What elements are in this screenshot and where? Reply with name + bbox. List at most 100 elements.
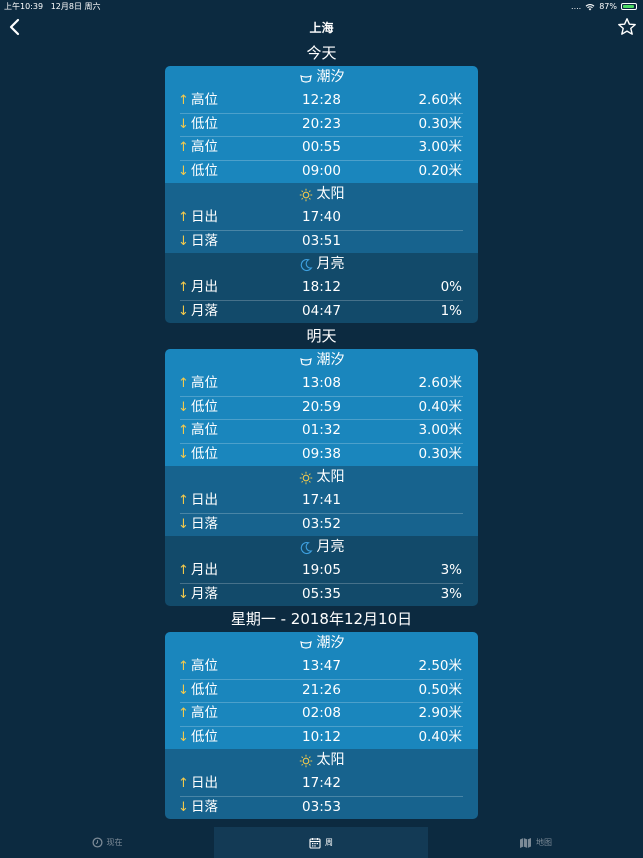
- event-value: 1%: [440, 302, 462, 319]
- tab-week-label: 周: [325, 838, 333, 847]
- day-card: 潮汐 ↑ 高位 12:28 2.60米 ↓ 低位 20:23 0.30米 ↑ 高位 00:55 3.00…: [165, 66, 478, 323]
- tide-icon: [299, 74, 312, 83]
- sun-section-header: 太阳: [165, 183, 478, 206]
- event-value: 0.20米: [418, 162, 462, 179]
- moon-row: ↓ 月落 04:47 1%: [165, 299, 478, 324]
- status-time-date: 上午10:39 12月8日 周六: [4, 2, 101, 11]
- sun-icon: [299, 471, 312, 484]
- event-value: 0.30米: [418, 115, 462, 132]
- tide-section-header: 潮汐: [165, 349, 478, 372]
- moon-row: ↑ 月出 18:12 0%: [165, 276, 478, 300]
- event-time: 03:52: [302, 515, 341, 532]
- day-title: 今天: [306, 44, 337, 62]
- tide-section: 潮汐 ↑ 高位 12:28 2.60米 ↓ 低位 20:23 0.30米 ↑ 高位 00:55 3.00…: [165, 66, 478, 183]
- sun-section-header: 太阳: [165, 749, 478, 772]
- tide-section-header: 潮汐: [165, 66, 478, 89]
- section-header-label: 潮汐: [316, 69, 345, 85]
- signal-indicator: ....: [571, 2, 582, 11]
- moon-section: 月亮 ↑ 月出 18:12 0% ↓ 月落 04:47 1%: [165, 253, 478, 323]
- status-bar: 上午10:39 12月8日 周六 .... 87%: [0, 0, 643, 13]
- sun-row: ↑ 日出 17:40: [165, 206, 478, 230]
- event-value: 0.50米: [418, 681, 462, 698]
- tide-section: 潮汐 ↑ 高位 13:47 2.50米 ↓ 低位 21:26 0.50米 ↑ 高位 02:08 2.90…: [165, 632, 478, 749]
- map-icon: [520, 837, 531, 848]
- event-value: 3%: [440, 585, 462, 602]
- sun-section: 太阳 ↑ 日出 17:40 ↓ 日落 03:51: [165, 183, 478, 253]
- day-title: 明天: [306, 327, 337, 345]
- event-value: 3.00米: [418, 139, 462, 155]
- battery-percent: 87%: [599, 2, 617, 11]
- navigation-bar: 上海: [0, 14, 643, 40]
- section-header-label: 太阳: [316, 469, 345, 485]
- tide-row: ↑ 高位 13:47 2.50米: [165, 655, 478, 679]
- sun-icon: [299, 188, 312, 201]
- event-time: 05:35: [302, 585, 341, 602]
- tide-icon: [299, 357, 312, 366]
- moon-section-header: 月亮: [165, 253, 478, 276]
- clock-icon: [91, 837, 103, 848]
- sun-section: 太阳 ↑ 日出 17:41 ↓ 日落 03:52: [165, 466, 478, 536]
- wifi-icon: [585, 3, 595, 10]
- event-value: 3.00米: [418, 422, 462, 438]
- tab-now[interactable]: 现在: [0, 827, 214, 858]
- tide-row: ↓ 低位 21:26 0.50米: [165, 678, 478, 703]
- event-time: 03:51: [302, 232, 341, 249]
- section-header-label: 潮汐: [316, 635, 345, 651]
- sun-row: ↓ 日落 03:53: [165, 795, 478, 820]
- tide-row: ↑ 高位 02:08 2.90米: [165, 702, 478, 726]
- section-header-label: 月亮: [316, 256, 345, 272]
- tab-map[interactable]: 地图: [428, 827, 643, 858]
- battery-icon: [621, 3, 637, 10]
- sun-row: ↓ 日落 03:51: [165, 229, 478, 254]
- moon-icon: [300, 541, 313, 554]
- event-time: 19:05: [302, 562, 341, 578]
- section-header-label: 太阳: [316, 186, 345, 202]
- event-value: 0.40米: [418, 728, 462, 745]
- tide-section-header: 潮汐: [165, 632, 478, 655]
- tide-section: 潮汐 ↑ 高位 13:08 2.60米 ↓ 低位 20:59 0.40米 ↑ 高位 01:32 3.00…: [165, 349, 478, 466]
- tide-row: ↓ 低位 20:23 0.30米: [165, 112, 478, 137]
- event-value: 0.30米: [418, 445, 462, 462]
- calendar-icon: [309, 837, 321, 849]
- tide-icon: [299, 640, 312, 649]
- moon-section: 月亮 ↑ 月出 19:05 3% ↓ 月落 05:35 3%: [165, 536, 478, 606]
- tab-bar: 现在 周 地图: [0, 827, 643, 858]
- tide-row: ↓ 低位 10:12 0.40米: [165, 725, 478, 750]
- tide-row: ↓ 低位 09:00 0.20米: [165, 159, 478, 184]
- event-value: 2.60米: [418, 92, 462, 108]
- event-value: 2.60米: [418, 375, 462, 391]
- sun-section: 太阳 ↑ 日出 17:42 ↓ 日落 03:53: [165, 749, 478, 819]
- section-header-label: 月亮: [316, 539, 345, 555]
- tide-row: ↓ 低位 20:59 0.40米: [165, 395, 478, 420]
- favorite-button[interactable]: [617, 17, 637, 37]
- event-value: 0%: [440, 279, 462, 295]
- tab-week[interactable]: 周: [214, 827, 428, 858]
- sun-row: ↑ 日出 17:42: [165, 772, 478, 796]
- tide-row: ↑ 高位 01:32 3.00米: [165, 419, 478, 443]
- tide-row: ↑ 高位 00:55 3.00米: [165, 136, 478, 160]
- tide-row: ↓ 低位 09:38 0.30米: [165, 442, 478, 467]
- event-value: 0.40米: [418, 398, 462, 415]
- status-right: .... 87%: [571, 0, 637, 13]
- moon-row: ↓ 月落 05:35 3%: [165, 582, 478, 607]
- day-card: 潮汐 ↑ 高位 13:08 2.60米 ↓ 低位 20:59 0.40米 ↑ 高位 01:32 3.00…: [165, 349, 478, 606]
- sun-section-header: 太阳: [165, 466, 478, 489]
- event-time: 18:12: [302, 279, 341, 295]
- moon-icon: [300, 258, 313, 271]
- event-time: 17:41: [302, 492, 341, 508]
- event-time: 17:42: [302, 775, 341, 791]
- day-card: 潮汐 ↑ 高位 13:47 2.50米 ↓ 低位 21:26 0.50米 ↑ 高位 02:08 2.90…: [165, 632, 478, 819]
- event-value: 2.50米: [418, 658, 462, 674]
- day-title: 星期一 - 2018年12月10日: [230, 610, 413, 628]
- event-time: 03:53: [302, 798, 341, 815]
- tide-row: ↑ 高位 12:28 2.60米: [165, 89, 478, 113]
- star-icon: [618, 18, 636, 35]
- moon-section-header: 月亮: [165, 536, 478, 559]
- sun-row: ↓ 日落 03:52: [165, 512, 478, 537]
- section-header-label: 潮汐: [316, 352, 345, 368]
- tide-row: ↑ 高位 13:08 2.60米: [165, 372, 478, 396]
- event-time: 04:47: [302, 302, 341, 319]
- section-header-label: 太阳: [316, 752, 345, 768]
- moon-row: ↑ 月出 19:05 3%: [165, 559, 478, 583]
- forecast-list[interactable]: 今天潮汐 ↑ 高位 12:28 2.60米 ↓ 低位 20:23 0.30米 ↑ 高位 00:55 3.…: [0, 40, 643, 827]
